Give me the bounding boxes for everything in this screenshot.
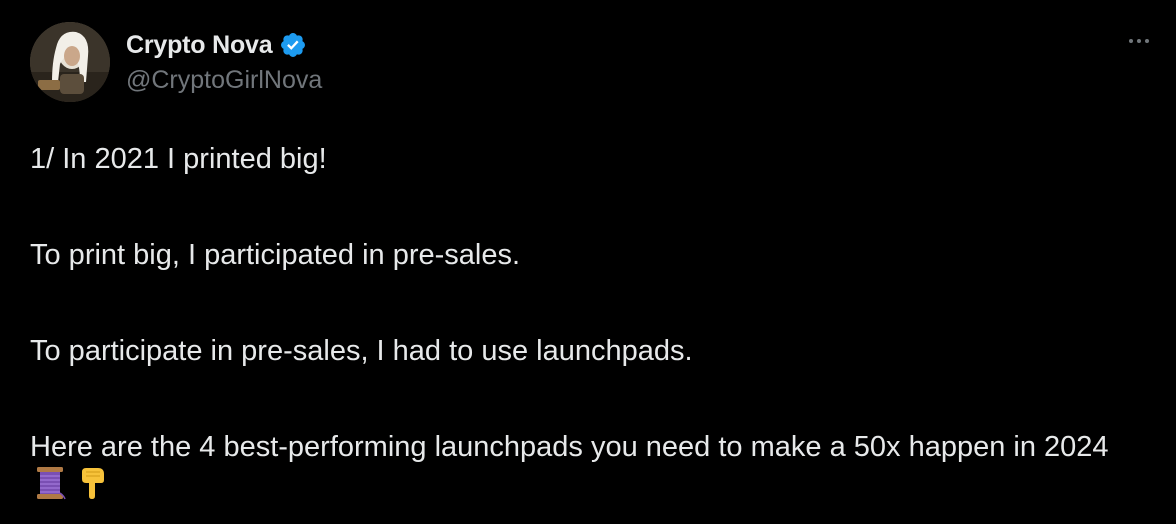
avatar[interactable]	[30, 22, 110, 102]
pointing-down-emoji	[78, 466, 108, 500]
verified-badge-icon	[279, 31, 307, 59]
tweet-paragraph: Here are the 4 best-performing launchpad…	[30, 431, 1109, 463]
author-handle[interactable]: @CryptoGirlNova	[126, 66, 322, 95]
tweet-card: Crypto Nova @CryptoGirlNova 1/ In 2021 I…	[0, 0, 1176, 524]
avatar-image	[30, 22, 110, 102]
tweet-paragraph: To print big, I participated in pre-sale…	[30, 239, 521, 271]
more-options-dot	[1145, 39, 1149, 43]
more-options-icon	[1129, 39, 1133, 43]
author-display-name[interactable]: Crypto Nova	[126, 31, 273, 60]
tweet-paragraph: To participate in pre-sales, I had to us…	[30, 335, 693, 367]
author-name-row: Crypto Nova	[126, 28, 307, 62]
tweet-paragraph-last: Here are the 4 best-performing launchpad…	[30, 428, 1130, 504]
more-options-dot	[1137, 39, 1141, 43]
thread-spool-emoji	[34, 466, 66, 500]
more-options-button[interactable]	[1122, 28, 1156, 54]
tweet-paragraph: 1/ In 2021 I printed big!	[30, 143, 327, 175]
